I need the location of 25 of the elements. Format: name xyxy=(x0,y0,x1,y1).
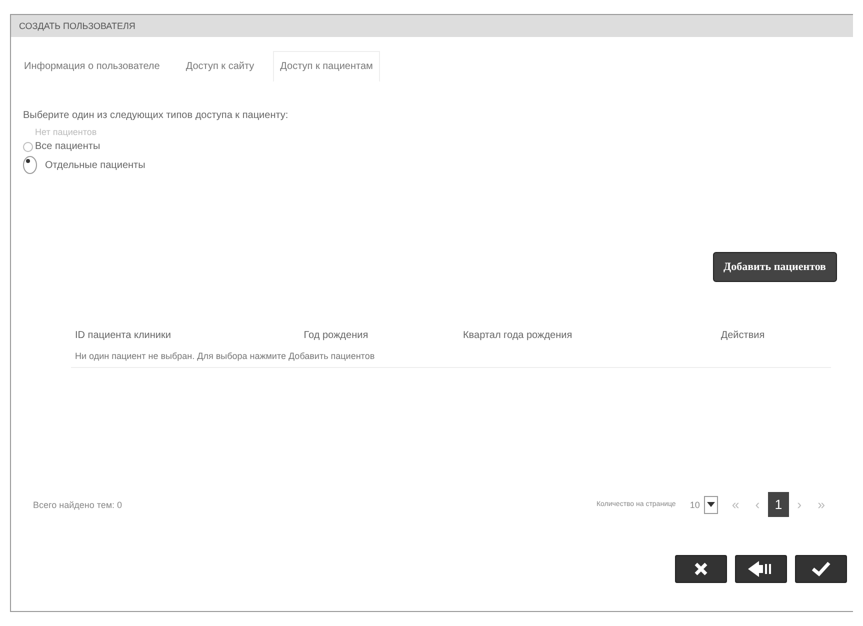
dropdown-button[interactable] xyxy=(704,496,718,514)
tab[interactable]: Информация о пользователе xyxy=(17,51,167,82)
empty-message: Ни один пациент не выбран. Для выбора нажмите Добавить пациентов xyxy=(71,345,831,368)
save-button[interactable] xyxy=(795,555,847,583)
per-page-value[interactable]: 10 xyxy=(690,500,700,510)
checkmark-icon xyxy=(811,561,831,577)
radio-button[interactable] xyxy=(23,156,37,174)
radio-button[interactable] xyxy=(23,142,33,152)
column-header: ID пациента клиники xyxy=(74,329,172,343)
radio-label[interactable]: Все пациенты xyxy=(35,141,100,152)
back-button[interactable] xyxy=(735,555,787,583)
radio-label[interactable]: Отдельные пациенты xyxy=(45,160,146,170)
column-header: Квартал года рождения xyxy=(462,329,574,343)
tab[interactable]: Доступ к сайту xyxy=(178,51,262,82)
page-button[interactable]: 1 xyxy=(768,492,790,517)
column-header: Действия xyxy=(720,329,766,343)
total-count: Всего найдено тем: 0 xyxy=(33,500,122,510)
window-title: СОЗДАТЬ ПОЛЬЗОВАТЕЛЯ xyxy=(11,15,853,37)
instruction-text: Выберите один из следующих типов доступа к пациенту: xyxy=(23,110,290,121)
add-patients-button[interactable]: Добавить пациентов xyxy=(712,252,837,282)
cancel-button[interactable] xyxy=(675,555,727,583)
column-header: Год рождения xyxy=(302,329,370,343)
tab[interactable]: Доступ к пациентам xyxy=(273,51,380,82)
close-icon xyxy=(693,561,709,577)
caret-icon xyxy=(706,502,715,507)
